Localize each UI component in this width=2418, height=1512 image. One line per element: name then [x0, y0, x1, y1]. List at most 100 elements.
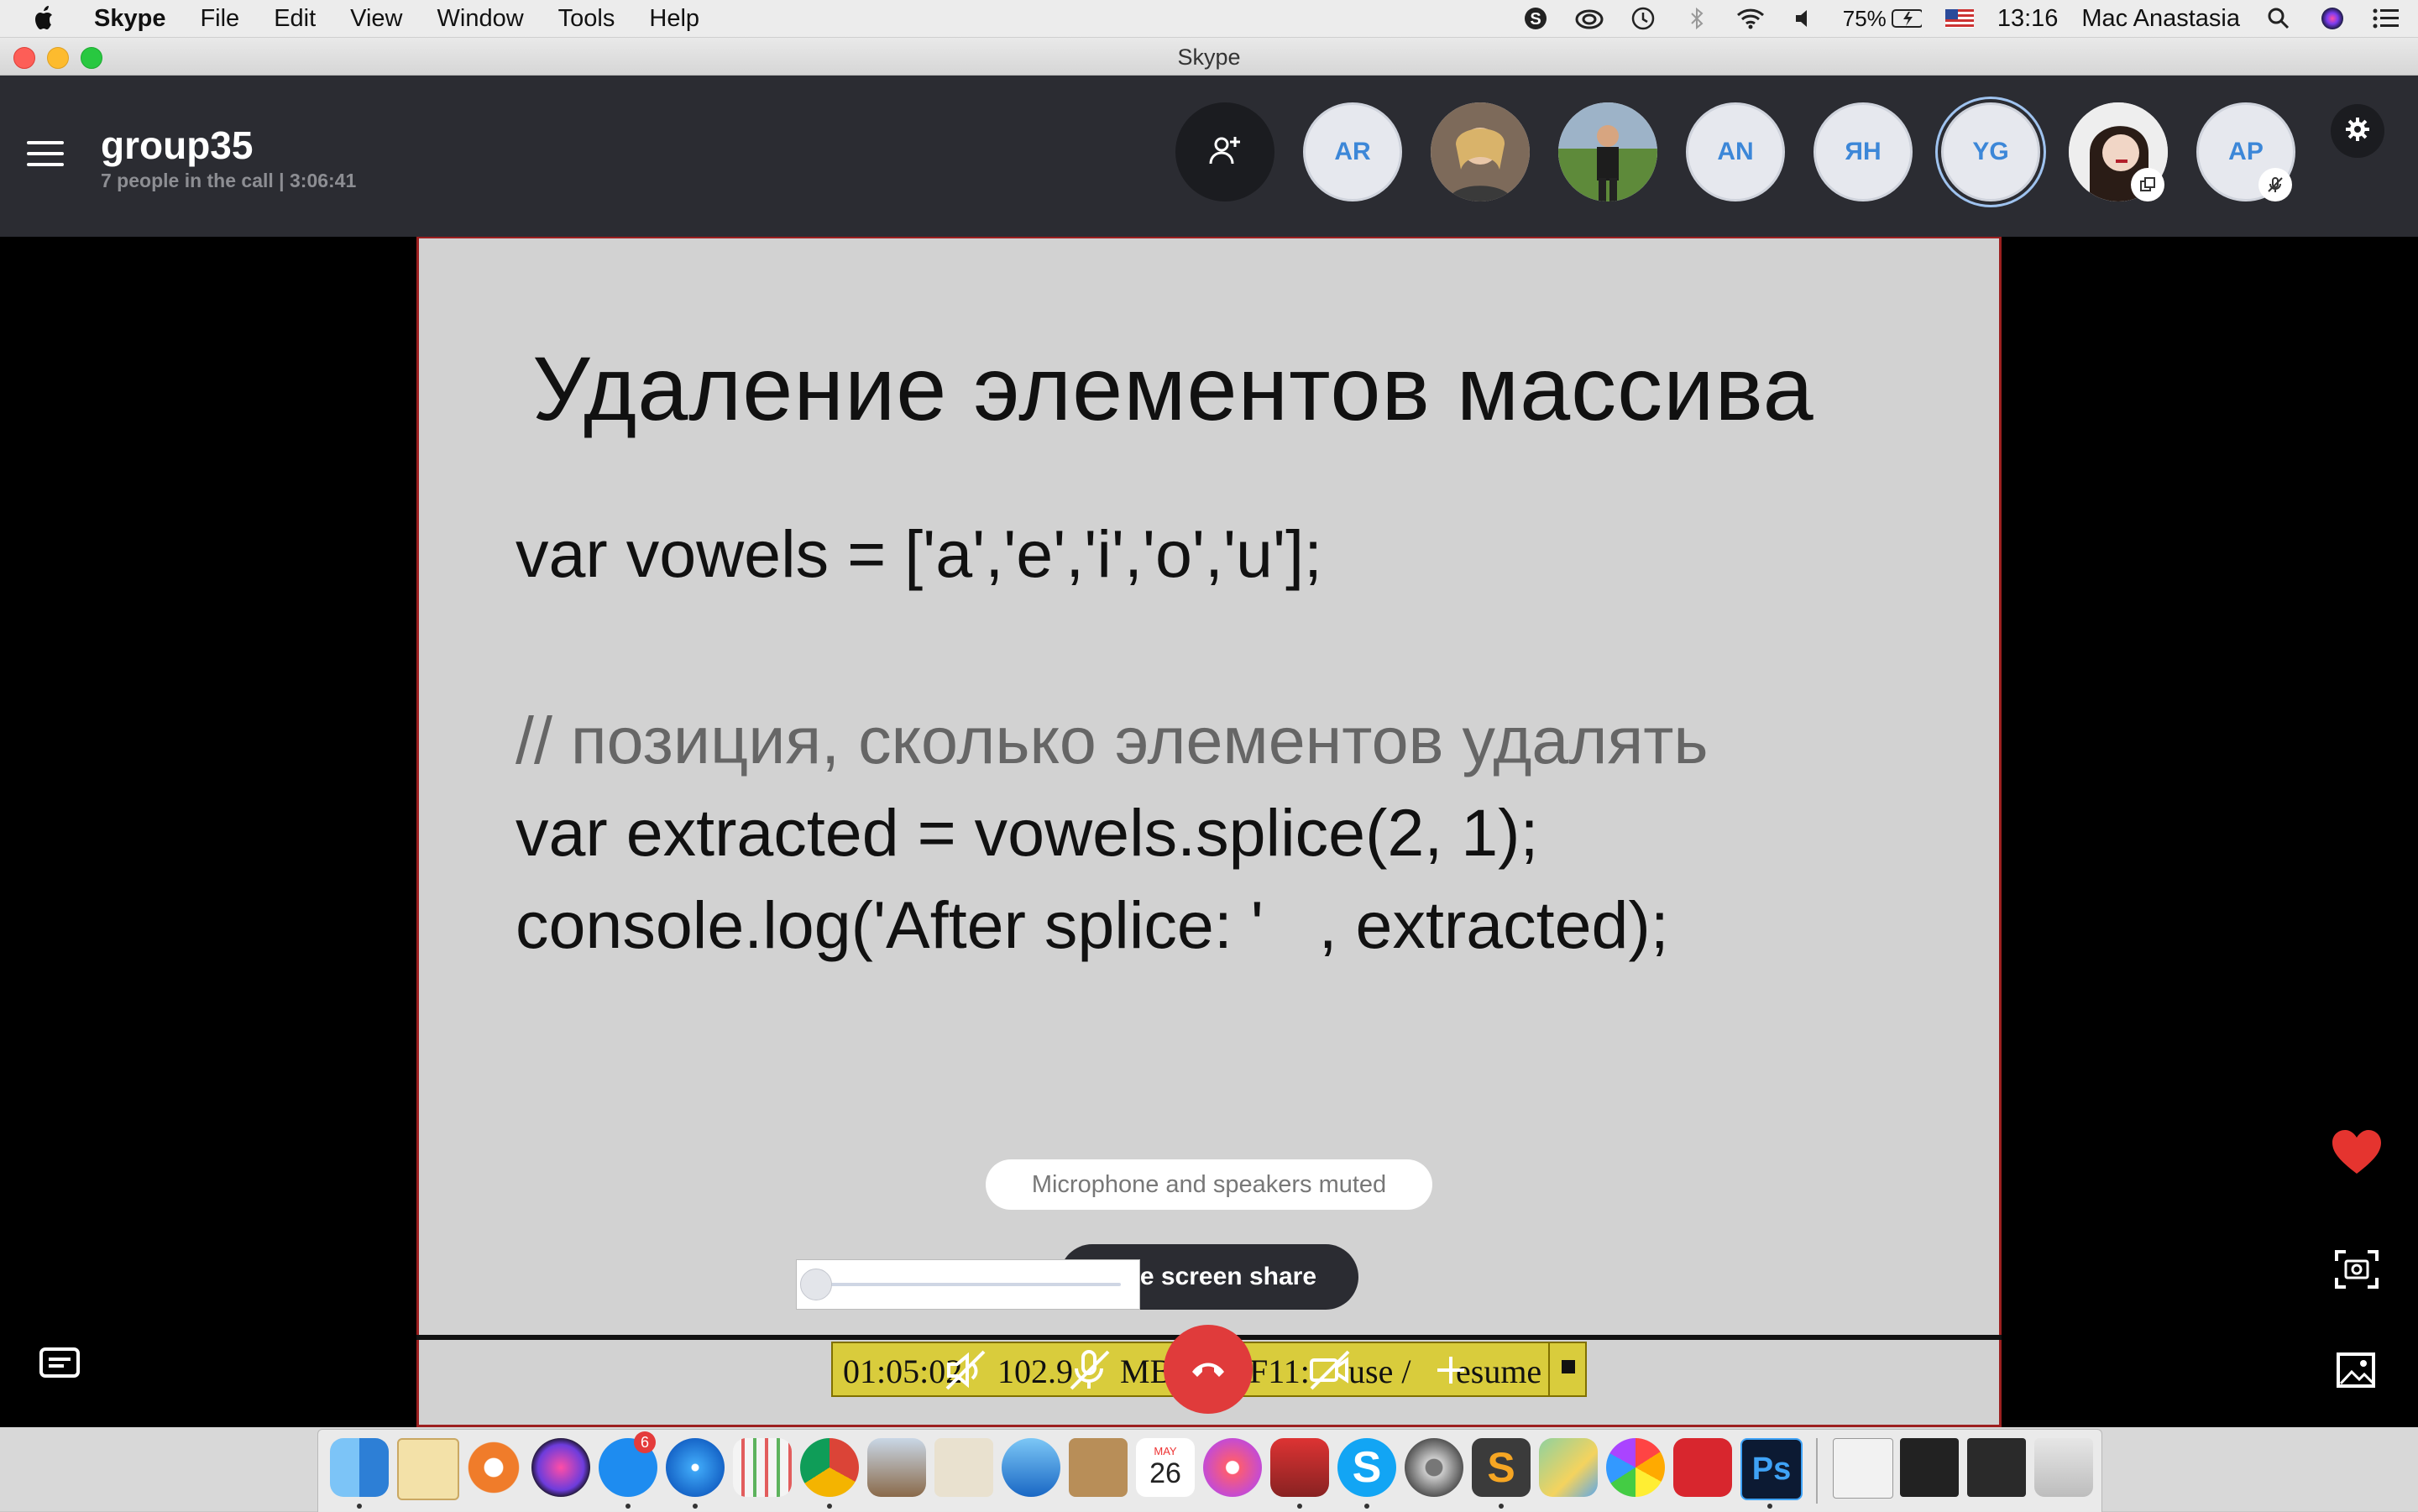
wifi-icon[interactable] — [1735, 6, 1766, 31]
volume-slider-track — [815, 1283, 1121, 1286]
muted-mic-badge-icon — [2258, 168, 2292, 201]
maps-icon[interactable] — [1539, 1438, 1598, 1497]
snapshot-button[interactable] — [2334, 1249, 2379, 1290]
finder-icon[interactable] — [330, 1438, 389, 1497]
photoshop-icon[interactable]: Ps — [1740, 1438, 1803, 1500]
heart-reaction-button[interactable] — [2331, 1128, 2383, 1175]
launchpad-grid-icon[interactable] — [733, 1438, 792, 1497]
system-preferences-icon[interactable] — [1405, 1438, 1463, 1497]
participant-initials: AN — [1717, 138, 1754, 165]
menu-app-skype[interactable]: Skype — [94, 5, 165, 33]
participant-initials: YG — [1972, 138, 2009, 165]
contacts-icon[interactable] — [1069, 1438, 1128, 1497]
siri-icon[interactable] — [531, 1438, 590, 1497]
mail-icon[interactable] — [1002, 1438, 1060, 1497]
add-icon[interactable] — [1427, 1347, 1474, 1394]
participant-avatar[interactable]: AR — [1303, 102, 1402, 201]
running-indicator — [357, 1504, 362, 1509]
slide-code-line: console.log('After splice: ' , extracted… — [516, 887, 1669, 962]
mic-muted-icon[interactable] — [1066, 1347, 1113, 1394]
slide-title: Удаление элементов массива — [532, 337, 1814, 439]
recorder-stop-icon[interactable] — [1562, 1360, 1575, 1373]
participant-avatar[interactable]: ЯН — [1814, 102, 1913, 201]
apple-icon[interactable] — [32, 2, 65, 35]
participant-avatar-photo[interactable] — [1431, 102, 1530, 201]
running-indicator — [1364, 1504, 1369, 1509]
slide-code-line: var vowels = ['a','e','i','o','u']; — [516, 516, 1322, 591]
chat-button[interactable] — [39, 1347, 81, 1384]
siri-icon[interactable] — [2317, 6, 2347, 31]
bluetooth-icon[interactable] — [1682, 6, 1712, 31]
trash-icon[interactable] — [2034, 1438, 2093, 1497]
running-indicator — [1297, 1504, 1302, 1509]
menubar-user[interactable]: Mac Anastasia — [2081, 5, 2240, 33]
add-person-icon — [1206, 132, 1243, 173]
calendar-icon[interactable]: MAY 26 — [1136, 1438, 1195, 1497]
volume-slider-knob[interactable] — [800, 1269, 832, 1300]
menu-file[interactable]: File — [200, 5, 239, 33]
participant-avatar-photo[interactable] — [1558, 102, 1657, 201]
add-person-button[interactable] — [1175, 102, 1274, 201]
heart-icon — [2332, 1130, 2381, 1174]
gallery-icon — [2337, 1352, 2375, 1388]
participant-initials: AR — [1334, 138, 1371, 165]
recorder-hint: F11: — [1249, 1352, 1310, 1390]
menu-icon[interactable] — [27, 141, 64, 170]
window-title-bar: Skype — [0, 38, 2418, 76]
safari-icon[interactable] — [666, 1438, 725, 1497]
settings-button[interactable] — [2331, 104, 2384, 158]
recorder-divider — [1548, 1343, 1550, 1395]
skype-status-icon[interactable]: S — [1520, 6, 1551, 31]
menu-help[interactable]: Help — [649, 5, 699, 33]
notification-center-icon[interactable] — [2371, 6, 2401, 31]
creative-cloud-icon[interactable] — [1673, 1438, 1732, 1497]
spotlight-search-icon[interactable] — [2264, 6, 2294, 31]
minimized-window-thumbnail[interactable] — [1967, 1438, 2026, 1497]
sublime-text-icon[interactable]: S — [1472, 1438, 1531, 1497]
creative-cloud-icon[interactable] — [1574, 6, 1604, 31]
video-off-icon[interactable] — [1306, 1347, 1353, 1394]
call-header: group35 7 people in the call | 3:06:41 A… — [0, 76, 2418, 237]
minimized-window-thumbnail[interactable] — [1900, 1438, 1959, 1497]
menu-window[interactable]: Window — [437, 5, 524, 33]
origin-icon[interactable] — [464, 1438, 523, 1497]
app-store-badge: 6 — [634, 1431, 656, 1453]
hangup-button[interactable] — [1164, 1325, 1253, 1414]
itunes-icon[interactable] — [1203, 1438, 1262, 1497]
menubar-clock[interactable]: 13:16 — [1997, 5, 2059, 33]
speaker-muted-icon[interactable] — [942, 1347, 989, 1394]
volume-slider[interactable] — [796, 1259, 1140, 1310]
participant-avatar-active[interactable]: YG — [1941, 102, 2040, 201]
input-source-flag-icon[interactable] — [1944, 9, 1974, 28]
screen-share-badge-icon — [2131, 168, 2164, 201]
preview-icon[interactable] — [867, 1438, 926, 1497]
participant-avatar[interactable]: AN — [1686, 102, 1785, 201]
menu-view[interactable]: View — [350, 5, 402, 33]
notes-pages-icon[interactable] — [397, 1438, 459, 1500]
running-indicator — [693, 1504, 698, 1509]
battery-icon[interactable] — [1891, 6, 1922, 31]
menu-edit[interactable]: Edit — [274, 5, 316, 33]
chrome-icon[interactable] — [800, 1438, 859, 1497]
recorder-file-size: 102.9 — [997, 1352, 1073, 1390]
snapshot-icon — [2335, 1250, 2379, 1289]
participant-initials: AP — [2228, 138, 2264, 165]
volume-icon[interactable] — [1789, 6, 1819, 31]
dock: 6 MAY 26 S S Ps — [317, 1429, 2102, 1512]
window-title: Skype — [1177, 44, 1241, 70]
svg-text:S: S — [1530, 10, 1541, 29]
slide-code-line: var extracted = vowels.splice(2, 1); — [516, 795, 1539, 870]
documents-icon[interactable] — [934, 1438, 993, 1497]
gallery-button[interactable] — [2336, 1352, 2376, 1389]
dock-divider — [1816, 1438, 1818, 1504]
menu-tools[interactable]: Tools — [558, 5, 615, 33]
photo-booth-icon[interactable] — [1270, 1438, 1329, 1497]
photos-icon[interactable] — [1606, 1438, 1665, 1497]
minimized-window-thumbnail[interactable] — [1833, 1438, 1893, 1499]
time-machine-icon[interactable] — [1628, 6, 1658, 31]
battery-percent: 75% — [1842, 5, 1887, 31]
group-name[interactable]: group35 — [101, 123, 253, 168]
recorder-hint: use / — [1348, 1352, 1411, 1390]
participant-initials: ЯН — [1845, 138, 1882, 165]
skype-icon[interactable]: S — [1337, 1438, 1396, 1497]
